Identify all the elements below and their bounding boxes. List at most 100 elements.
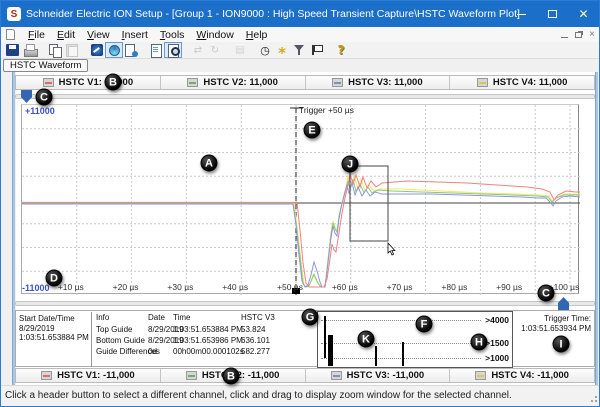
channel-label: HSTC V1: -11,000: [57, 370, 135, 381]
status-text: Click a header button to select a differ…: [5, 390, 512, 401]
tab-strip: HSTC Waveform: [1, 59, 599, 72]
x-tick-label: +80 µs: [441, 282, 467, 292]
save-icon[interactable]: [5, 43, 21, 57]
title-bar: S Schneider Electric ION Setup - [Group …: [1, 1, 599, 27]
slider-track[interactable]: [15, 301, 595, 306]
table-header: HSTC V3: [241, 313, 275, 322]
upload-icon[interactable]: [190, 43, 206, 57]
channel-button-v3-top[interactable]: HSTC V3: 11,000: [306, 76, 451, 89]
channel-button-v4-top[interactable]: HSTC V4: 11,000: [450, 76, 594, 89]
callout-b: B: [105, 74, 122, 91]
bottom-guide-slider[interactable]: [15, 297, 595, 310]
callout-g: G: [302, 309, 319, 326]
channel-color-swatch: [475, 371, 486, 380]
slider-track[interactable]: [15, 94, 595, 99]
x-tick-label: +20 µs: [113, 282, 139, 292]
table-cell: 582.277: [241, 347, 270, 356]
channel-color-swatch: [187, 78, 198, 87]
maximize-button[interactable]: [537, 1, 568, 27]
channel-label: HSTC V3: -11,000: [347, 370, 425, 381]
print-preview-icon[interactable]: [165, 43, 181, 57]
channel-button-v2-top[interactable]: HSTC V2: 11,000: [161, 76, 306, 89]
table-header: Info: [96, 313, 109, 322]
channel-header-row-bottom: HSTC V1: -11,000HSTC V2: -11,000HSTC V3:…: [15, 368, 595, 383]
paste-icon[interactable]: [64, 43, 80, 57]
menu-bar: FileEditViewInsertToolsWindowHelp ×: [1, 27, 599, 42]
channel-button-v3-bottom[interactable]: HSTC V3: -11,000: [306, 369, 451, 382]
mdi-close-icon[interactable]: ×: [589, 30, 595, 40]
start-datetime-title: Start Date/Time: [19, 314, 89, 324]
window-title: Schneider Electric ION Setup - [Group 1 …: [26, 8, 520, 20]
threshold-label: >4000: [485, 315, 509, 325]
channel-color-swatch: [43, 78, 54, 87]
scale-icon[interactable]: [232, 43, 248, 57]
x-tick-label: +70 µs: [387, 282, 413, 292]
x-tick-label: +40 µs: [222, 282, 248, 292]
document-icon[interactable]: [6, 29, 15, 40]
menu-item-help[interactable]: Help: [240, 29, 274, 41]
histogram-bar: [402, 342, 404, 366]
app-icon[interactable]: S: [7, 7, 21, 21]
template-icon[interactable]: [123, 43, 139, 57]
report-icon[interactable]: [148, 43, 164, 57]
clock-icon[interactable]: [257, 43, 273, 57]
minimize-button[interactable]: [506, 1, 537, 27]
top-guide-slider[interactable]: [15, 90, 595, 103]
menu-item-view[interactable]: View: [81, 29, 116, 41]
waveform-plot[interactable]: [21, 104, 579, 294]
waveform-svg[interactable]: [22, 105, 580, 295]
menu-item-tools[interactable]: Tools: [154, 29, 191, 41]
channel-label: HSTC V3: 11,000: [348, 77, 422, 88]
menu-item-file[interactable]: File: [22, 29, 51, 41]
callout-f: F: [416, 316, 433, 333]
table-cell: Top Guide: [96, 325, 132, 334]
y-min-label: -11000: [22, 283, 50, 293]
histogram-bar: [375, 346, 377, 366]
channel-color-swatch: [331, 371, 342, 380]
channel-label: HSTC V2: 11,000: [203, 77, 277, 88]
menu-item-edit[interactable]: Edit: [51, 29, 81, 41]
channel-button-v4-bottom[interactable]: HSTC V4: -11,000: [450, 369, 594, 382]
mdi-restore-icon[interactable]: [575, 32, 582, 38]
close-button[interactable]: ✕: [568, 1, 599, 27]
filter-icon[interactable]: [291, 43, 307, 57]
resize-grip[interactable]: [589, 396, 597, 404]
histogram-bar: [328, 335, 333, 366]
table-cell: 1:03:51.653986 PM: [173, 336, 243, 345]
channel-button-v1-top[interactable]: HSTC V1: 11,000: [16, 76, 161, 89]
wizard-icon[interactable]: [274, 43, 290, 57]
setup-assistant-icon[interactable]: [106, 43, 122, 57]
menu-item-window[interactable]: Window: [190, 29, 239, 41]
channel-button-v1-bottom[interactable]: HSTC V1: -11,000: [16, 369, 161, 382]
threshold-line: [321, 320, 481, 321]
status-bar: Click a header button to select a differ…: [1, 385, 599, 406]
menu-item-insert[interactable]: Insert: [116, 29, 154, 41]
trigger-time-value: 1:03:51.653934 PM: [517, 324, 591, 334]
x-tick-label: +30 µs: [167, 282, 193, 292]
channel-color-swatch: [477, 78, 488, 87]
mdi-minimize-icon[interactable]: [561, 37, 568, 38]
threshold-label: >1500: [485, 338, 509, 348]
start-datetime-box: Start Date/Time 8/29/2019 1:03:51.653884…: [17, 312, 92, 367]
tab-hstc-waveform[interactable]: HSTC Waveform: [3, 59, 88, 72]
callout-d: D: [46, 270, 63, 287]
toolbar: [1, 42, 599, 59]
download-icon[interactable]: [207, 43, 223, 57]
bottom-guide-marker-icon[interactable]: [558, 297, 569, 310]
table-cell: Bottom Guide: [96, 336, 145, 345]
print-icon[interactable]: [22, 43, 38, 57]
channel-color-swatch: [186, 371, 197, 380]
top-guide-marker-icon[interactable]: [21, 90, 32, 103]
flag-icon[interactable]: [308, 43, 324, 57]
mouse-cursor: [388, 243, 395, 255]
channel-header-row-top: HSTC V1: 11,000 HSTC V2: 11,000 HSTC V3: 1…: [15, 75, 595, 90]
table-cell: 53.824: [241, 325, 265, 334]
table-cell: 636.101: [241, 336, 270, 345]
callout-c: C: [538, 285, 555, 302]
meter-setup-icon[interactable]: [89, 43, 105, 57]
copy-icon[interactable]: [47, 43, 63, 57]
table-cell: 00h00m00.000102s: [173, 347, 244, 356]
x-tick-label: +10 µs: [58, 282, 84, 292]
callout-k: K: [358, 331, 375, 348]
help-icon[interactable]: [333, 43, 349, 57]
